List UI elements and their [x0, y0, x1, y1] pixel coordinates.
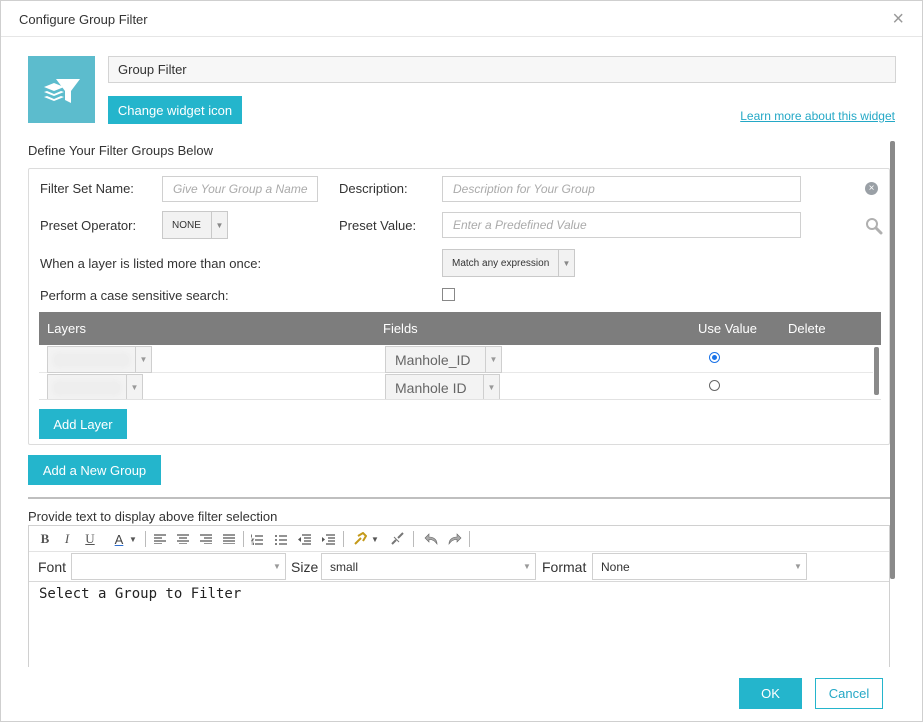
align-right-icon[interactable] [198, 531, 214, 547]
insert-link-icon[interactable] [352, 531, 368, 547]
add-layer-button[interactable]: Add Layer [39, 409, 127, 439]
editor-content[interactable]: Select a Group to Filter [39, 586, 241, 602]
align-center-icon[interactable] [175, 531, 191, 547]
bulleted-list-icon[interactable] [273, 531, 289, 547]
layer-select[interactable]: ▼ [47, 374, 143, 399]
redo-icon[interactable] [447, 531, 463, 547]
field-select[interactable]: Manhole_ID ▼ [385, 346, 502, 373]
toolbar-separator [145, 531, 146, 547]
field-value: Manhole ID [395, 379, 467, 396]
font-select[interactable]: ▼ [71, 553, 286, 580]
outdent-icon[interactable] [296, 531, 312, 547]
preset-operator-label: Preset Operator: [40, 218, 137, 233]
chevron-down-icon: ▼ [135, 347, 151, 372]
format-label: Format [542, 559, 587, 575]
column-delete: Delete [788, 321, 826, 336]
configure-group-filter-dialog: Configure Group Filter × Change widget i… [0, 0, 923, 722]
table-row: ▼ Manhole ID ▼ [39, 373, 873, 399]
description-input[interactable]: Description for Your Group [442, 176, 801, 202]
unlink-icon[interactable] [389, 531, 405, 547]
field-select[interactable]: Manhole ID ▼ [385, 374, 500, 399]
redacted-layer-name [54, 353, 129, 366]
numbered-list-icon[interactable] [249, 531, 265, 547]
layer-select[interactable]: ▼ [47, 346, 152, 373]
redacted-layer-name [54, 381, 120, 394]
ok-button[interactable]: OK [739, 678, 802, 709]
widget-name-input[interactable] [108, 56, 896, 83]
field-value: Manhole_ID [395, 351, 471, 368]
undo-icon[interactable] [423, 531, 439, 547]
align-left-icon[interactable] [152, 531, 168, 547]
chevron-down-icon: ▼ [273, 562, 281, 571]
table-row: ▼ Manhole_ID ▼ [39, 345, 873, 373]
indent-icon[interactable] [320, 531, 336, 547]
toolbar-separator [243, 531, 244, 547]
size-select[interactable]: small ▼ [321, 553, 536, 580]
size-value: small [330, 559, 359, 574]
preset-operator-select[interactable]: NONE ▼ [162, 211, 228, 239]
close-icon[interactable]: × [892, 9, 904, 29]
use-value-radio[interactable] [709, 352, 720, 363]
dialog-title: Configure Group Filter [19, 12, 148, 27]
editor-heading: Provide text to display above filter sel… [28, 509, 278, 524]
rich-text-editor: B I U A ▼ ▼ Font ▼ Size small ▼ Format N… [28, 525, 890, 667]
layers-table-body: ▼ Manhole_ID ▼ ▼ Manhole ID ▼ [39, 345, 881, 400]
description-label: Description: [339, 181, 408, 196]
filter-group-panel [28, 168, 890, 445]
use-value-radio[interactable] [709, 380, 720, 391]
case-sensitive-checkbox[interactable] [442, 288, 455, 301]
toolbar-separator [469, 531, 470, 547]
toolbar-separator [343, 531, 344, 547]
size-label: Size [291, 559, 319, 575]
chevron-down-icon: ▼ [558, 250, 574, 276]
chevron-down-icon[interactable]: ▼ [125, 531, 141, 547]
search-icon[interactable] [865, 217, 883, 235]
preset-operator-value: NONE [172, 219, 201, 231]
chevron-down-icon[interactable]: ▼ [367, 531, 383, 547]
multi-layer-select[interactable]: Match any expression ▼ [442, 249, 575, 277]
chevron-down-icon: ▼ [794, 562, 802, 571]
justify-icon[interactable] [221, 531, 237, 547]
filter-groups-heading: Define Your Filter Groups Below [28, 143, 213, 158]
multi-layer-value: Match any expression [452, 257, 550, 269]
chevron-down-icon: ▼ [485, 347, 501, 372]
add-new-group-button[interactable]: Add a New Group [28, 455, 161, 485]
change-widget-icon-button[interactable]: Change widget icon [108, 96, 242, 124]
format-value: None [601, 559, 630, 574]
editor-toolbar: B I U A ▼ ▼ [29, 526, 889, 552]
filter-set-name-input[interactable]: Give Your Group a Name [162, 176, 318, 202]
preset-value-label: Preset Value: [339, 218, 417, 233]
toolbar-separator [413, 531, 414, 547]
dialog-scrollbar[interactable] [890, 141, 895, 579]
filter-set-name-label: Filter Set Name: [40, 181, 134, 196]
learn-more-link[interactable]: Learn more about this widget [740, 109, 895, 123]
font-label: Font [38, 559, 67, 575]
preset-value-input[interactable]: Enter a Predefined Value [442, 212, 801, 238]
layers-table-header: Layers Fields Use Value Delete [39, 312, 881, 345]
section-divider [28, 497, 890, 499]
cancel-button[interactable]: Cancel [815, 678, 883, 709]
column-fields: Fields [383, 321, 418, 336]
font-options-row: Font ▼ Size small ▼ Format None ▼ [29, 552, 889, 582]
chevron-down-icon: ▼ [523, 562, 531, 571]
table-scrollbar[interactable] [874, 347, 879, 395]
title-bar: Configure Group Filter × [1, 1, 922, 37]
chevron-down-icon: ▼ [126, 375, 142, 399]
chevron-down-icon: ▼ [211, 212, 227, 238]
column-use-value: Use Value [698, 321, 758, 336]
multi-layer-label: When a layer is listed more than once: [40, 256, 262, 271]
remove-group-icon[interactable]: × [865, 182, 878, 195]
column-layers: Layers [47, 321, 87, 336]
italic-button[interactable]: I [59, 531, 75, 547]
format-select[interactable]: None ▼ [592, 553, 807, 580]
underline-button[interactable]: U [82, 531, 98, 547]
bold-button[interactable]: B [37, 531, 53, 547]
widget-filter-icon [28, 56, 95, 123]
case-sensitive-label: Perform a case sensitive search: [40, 288, 229, 303]
chevron-down-icon: ▼ [483, 375, 499, 399]
